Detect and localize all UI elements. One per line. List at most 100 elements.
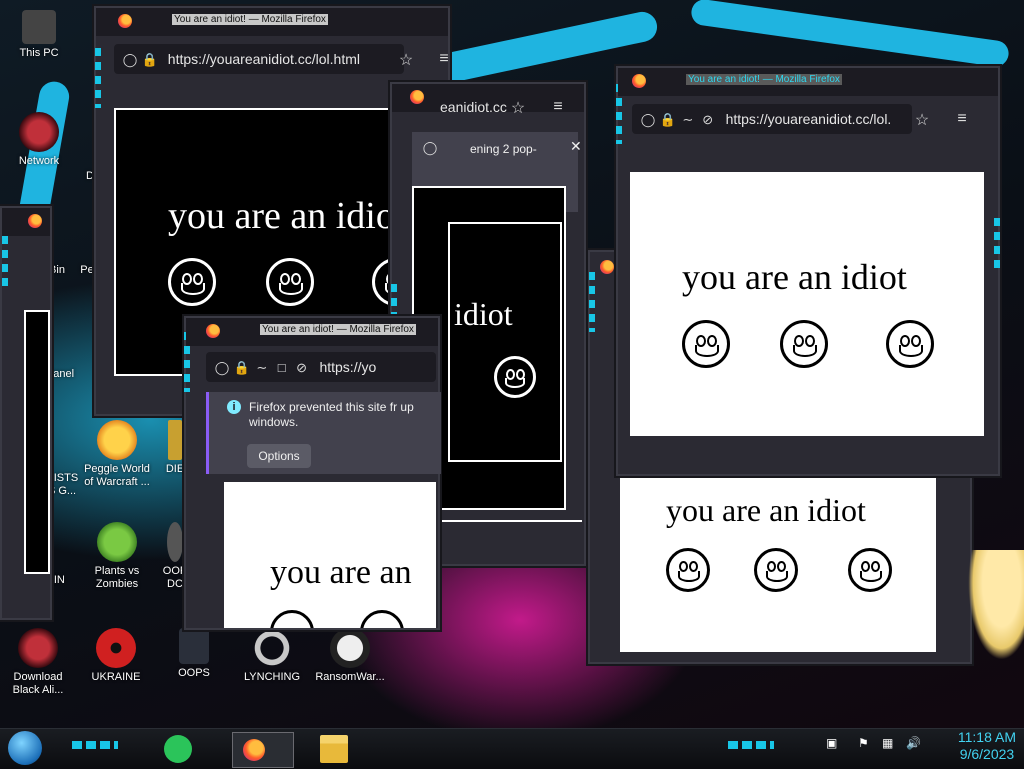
messaging-app-icon[interactable] (164, 735, 192, 763)
bookmark-star-icon[interactable]: ☆ (398, 50, 414, 70)
firefox-window-left-edge[interactable] (0, 206, 52, 620)
idiot-text: you are an (270, 554, 412, 591)
desktop-icon-download-black-ali[interactable]: Download Black Ali... (3, 628, 73, 697)
idiot-text: idiot (454, 296, 513, 332)
peggle-icon (97, 420, 137, 460)
desktop-icon-network[interactable]: Network (4, 112, 74, 168)
info-icon: i (227, 400, 241, 414)
permissions-icon[interactable]: ∼ (680, 105, 696, 134)
shield-icon: ◯ (422, 140, 438, 155)
file-explorer-icon[interactable] (320, 735, 348, 763)
window-title: You are an idiot! — Mozilla Firefox (172, 14, 328, 25)
red-orb-icon (18, 628, 58, 668)
inner-page: idiot (448, 222, 562, 462)
smiley-face-icon (886, 320, 934, 368)
idiot-text: you are an idiot (682, 257, 907, 297)
oop-dc-icon (167, 522, 183, 562)
menu-icon[interactable]: ≡ (954, 110, 970, 128)
autoplay-blocked-icon[interactable]: ⊘ (294, 353, 310, 382)
smiley-face-icon (360, 610, 404, 628)
address-bar[interactable]: ◯ 🔒 ∼ □ ⊘ https://yo (206, 352, 436, 382)
die-icon (168, 420, 182, 460)
taskbar-lights (72, 741, 118, 749)
tray-volume-icon[interactable]: 🔊 (906, 736, 921, 750)
radiation-icon (96, 628, 136, 668)
clock-time: 11:18 AM (957, 729, 1016, 745)
shield-icon[interactable]: ◯ (122, 45, 138, 74)
smiley-face-icon (266, 258, 314, 306)
firefox-icon (243, 739, 265, 761)
page-content: you are an (224, 482, 436, 628)
firefox-icon (28, 214, 42, 228)
address-bar[interactable]: eanidiot.cc (440, 92, 544, 122)
menu-icon[interactable]: ≡ (436, 50, 452, 68)
smiley-face-icon (270, 610, 314, 628)
idiot-text: you are an idiot (666, 492, 866, 528)
firefox-icon (206, 324, 220, 338)
computer-icon (22, 10, 56, 44)
firefox-icon (632, 74, 646, 88)
page-content (24, 310, 50, 574)
plants-vs-zombies-icon (97, 522, 137, 562)
page-content: you are an idiot (620, 476, 936, 652)
window-title: You are an idiot! — Mozilla Firefox (686, 74, 842, 85)
smiley-face-icon (780, 320, 828, 368)
tray-network-icon[interactable]: ▦ (882, 736, 893, 750)
notice-text: ening 2 pop- (470, 142, 537, 156)
lock-icon: 🔒 (141, 52, 159, 67)
shield-icon[interactable]: ◯ (640, 105, 656, 134)
rope-icon (252, 628, 292, 668)
popup-blocked-notice: i Firefox prevented this site fr up wind… (206, 392, 441, 474)
tray-image-icon[interactable]: ▣ (826, 736, 837, 750)
tray-flag-icon[interactable]: ⚑ (858, 736, 869, 750)
smiley-face-icon (754, 548, 798, 592)
taskbar-lights (728, 741, 774, 749)
popup-blocked-icon[interactable]: □ (274, 353, 290, 382)
firefox-icon (118, 14, 132, 28)
network-icon (19, 112, 59, 152)
shield-icon[interactable]: ◯ (214, 353, 230, 382)
desktop-icon-oops[interactable]: OOPS (159, 628, 229, 680)
url-text: https://youareanidiot.cc/lol.html (167, 51, 360, 67)
taskbar (0, 728, 1024, 769)
smiley-face-icon (682, 320, 730, 368)
firefox-window-3[interactable]: You are an idiot! — Mozilla Firefox ◯ 🔒 … (616, 66, 1000, 476)
menu-icon[interactable]: ≡ (550, 98, 566, 116)
lock-icon: 🔒 (659, 112, 677, 127)
clock[interactable]: 11:18 AM 9/6/2023 (958, 729, 1016, 763)
firefox-icon (410, 90, 424, 104)
idiot-text: you are an idiot (168, 195, 406, 237)
skull-icon (330, 628, 370, 668)
window-title: You are an idiot! — Mozilla Firefox (260, 324, 416, 335)
desktop-icon-ransomware[interactable]: RansomWar... (315, 628, 385, 684)
desktop-icon-lynching[interactable]: LYNCHING (237, 628, 307, 684)
bookmark-star-icon[interactable]: ☆ (510, 98, 526, 118)
url-text: https://yo (319, 359, 377, 375)
notice-text: Firefox prevented this site fr up window… (249, 400, 414, 429)
desktop-icon-plants-vs-zombies[interactable]: Plants vs Zombies (82, 522, 152, 591)
desktop-icon-peggle[interactable]: Peggle World of Warcraft ... (82, 420, 152, 489)
start-button[interactable] (8, 731, 42, 765)
address-bar[interactable]: ◯ 🔒 https://youareanidiot.cc/lol.html (114, 44, 404, 74)
firefox-icon (600, 260, 614, 274)
bookmark-star-icon[interactable]: ☆ (914, 110, 930, 130)
url-text: eanidiot.cc (440, 99, 507, 115)
firefox-window-4[interactable]: You are an idiot! — Mozilla Firefox ◯ 🔒 … (184, 316, 441, 630)
smiley-face-icon (494, 356, 536, 398)
clock-date: 9/6/2023 (959, 746, 1015, 762)
smiley-face-icon (666, 548, 710, 592)
page-content: you are an idiot (630, 172, 984, 436)
desktop-icon-this-pc[interactable]: This PC (4, 10, 74, 60)
cartoon-character-sticker (968, 550, 1024, 660)
permissions-icon[interactable]: ∼ (254, 353, 270, 382)
autoplay-blocked-icon[interactable]: ⊘ (700, 105, 716, 134)
address-bar[interactable]: ◯ 🔒 ∼ ⊘ https://youareanidiot.cc/lol. (632, 104, 912, 134)
smiley-face-icon (168, 258, 216, 306)
options-button[interactable]: Options (247, 444, 311, 468)
smiley-face-icon (848, 548, 892, 592)
desktop-icon-ukraine[interactable]: UKRAINE (81, 628, 151, 684)
monitor-icon (179, 628, 209, 664)
firefox-taskbar-button[interactable] (232, 732, 294, 768)
url-text: https://youareanidiot.cc/lol. (725, 111, 892, 127)
close-icon[interactable]: ✕ (570, 138, 582, 155)
